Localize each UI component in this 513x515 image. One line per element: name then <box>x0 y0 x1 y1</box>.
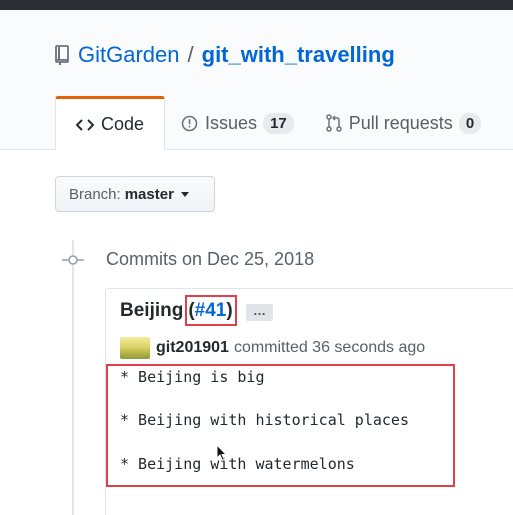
commit-meta: git201901 committed 36 seconds ago <box>120 337 425 359</box>
expand-commit-message-button[interactable]: … <box>246 304 273 321</box>
issues-count-badge: 17 <box>263 112 294 134</box>
commit-body-line: * Beijing with historical places <box>120 411 409 429</box>
repo-name-link[interactable]: git_with_travelling <box>202 42 395 68</box>
git-pull-request-icon <box>326 114 342 132</box>
pr-number-highlight-box <box>185 295 237 326</box>
tab-issues-label: Issues <box>205 112 258 133</box>
code-icon <box>76 118 94 132</box>
caret-down-icon <box>180 191 189 197</box>
commit-body-line: * Beijing with watermelons <box>120 455 355 473</box>
commit-timestamp: committed 36 seconds ago <box>233 339 426 356</box>
commit-author-link[interactable]: git201901 <box>156 339 229 357</box>
repo-separator: / <box>187 42 194 67</box>
commit-body-line: * Beijing is big <box>120 368 265 386</box>
repo-nav-tabs: Code Issues 17 Pull requests 0 <box>55 96 497 150</box>
tab-pull-requests-label: Pull requests <box>348 112 453 133</box>
branch-select-button[interactable]: Branch: master <box>55 176 215 212</box>
branch-name: master <box>124 185 174 203</box>
tab-code-label: Code <box>101 114 145 134</box>
top-bar <box>0 0 513 10</box>
avatar[interactable] <box>120 337 150 359</box>
commits-date-heading: Commits on Dec 25, 2018 <box>106 249 315 269</box>
repo-owner-link[interactable]: GitGarden <box>78 42 180 68</box>
issue-opened-icon <box>181 115 198 132</box>
git-commit-icon <box>62 255 84 265</box>
repo-icon <box>55 45 69 65</box>
tab-issues[interactable]: Issues 17 <box>165 96 310 150</box>
commit-message-link[interactable]: Beijing <box>120 300 183 322</box>
mouse-pointer-icon <box>216 444 228 462</box>
pull-requests-count-badge: 0 <box>458 112 482 134</box>
repo-title: GitGarden / git_with_travelling <box>54 38 395 72</box>
github-commits-page: GitGarden / git_with_travelling Code Iss… <box>0 0 513 515</box>
timeline-line <box>72 240 74 515</box>
tab-code[interactable]: Code <box>55 96 166 150</box>
branch-label: Branch: <box>69 185 121 203</box>
tab-pull-requests[interactable]: Pull requests 0 <box>310 96 497 150</box>
